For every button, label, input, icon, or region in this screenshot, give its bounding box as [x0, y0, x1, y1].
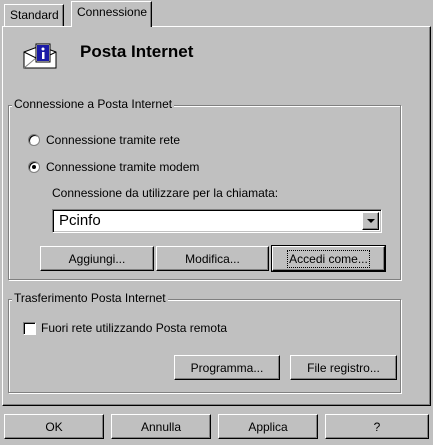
apply-button-label: Applica [248, 419, 288, 434]
help-button[interactable]: ? [325, 414, 429, 439]
cancel-button-label: Annulla [140, 419, 182, 434]
apply-button[interactable]: Applica [218, 414, 318, 439]
cancel-button[interactable]: Annulla [111, 414, 211, 439]
ok-button[interactable]: OK [4, 414, 104, 439]
tab-panel [2, 26, 431, 406]
tab-connessione[interactable]: Connessione [71, 1, 153, 27]
help-button-label: ? [373, 419, 381, 434]
ok-button-label: OK [45, 419, 63, 434]
tab-standard[interactable]: Standard [4, 4, 64, 26]
